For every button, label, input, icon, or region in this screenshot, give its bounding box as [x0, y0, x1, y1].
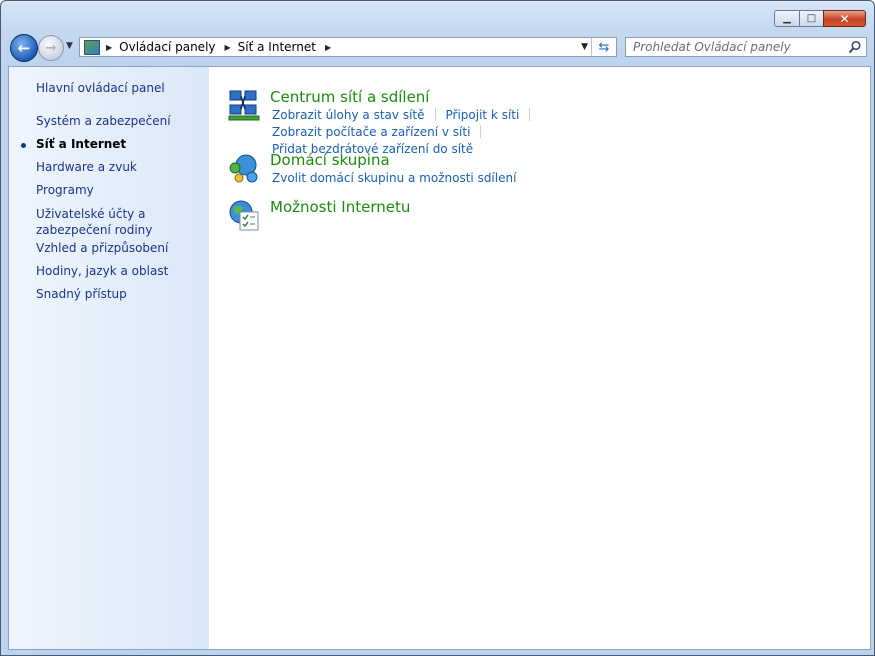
control-panel-icon [84, 39, 100, 55]
task-link-connect-network[interactable]: Připojit k síti [446, 108, 520, 122]
sidebar-item-clock-language[interactable]: Hodiny, jazyk a oblast [36, 264, 168, 278]
category-title-internet-options[interactable]: Možnosti Internetu [270, 198, 410, 216]
address-dropdown-icon[interactable]: ▼ [581, 42, 588, 52]
content-area: Hlavní ovládací panel Systém a zabezpeče… [8, 66, 871, 650]
back-arrow-icon: ← [17, 39, 31, 57]
link-divider [529, 108, 531, 121]
forward-arrow-icon: → [45, 40, 57, 56]
navigation-bar: ← → ▼ ▶ Ovládací panely ▶ Síť a Internet… [1, 31, 874, 65]
back-button[interactable]: ← [10, 34, 38, 62]
internet-options-icon[interactable] [227, 198, 261, 232]
sidebar-item-system-security[interactable]: Systém a zabezpečení [36, 114, 171, 128]
search-box[interactable] [625, 37, 867, 57]
sidebar-item-hardware-sound[interactable]: Hardware a zvuk [36, 160, 137, 174]
task-link-view-network-status[interactable]: Zobrazit úlohy a stav sítě [272, 108, 425, 122]
link-divider [434, 108, 436, 121]
refresh-button[interactable]: ⇆ [591, 38, 616, 56]
sidebar: Hlavní ovládací panel Systém a zabezpeče… [9, 67, 209, 649]
sidebar-home-link[interactable]: Hlavní ovládací panel [36, 81, 165, 95]
refresh-icon: ⇆ [598, 39, 610, 55]
task-link-view-network-computers[interactable]: Zobrazit počítače a zařízení v síti [272, 125, 470, 139]
maximize-button[interactable]: □ [799, 10, 824, 27]
breadcrumb-control-panel[interactable]: Ovládací panely [119, 40, 215, 54]
sidebar-item-appearance[interactable]: Vzhled a přizpůsobení [36, 241, 168, 255]
title-bar[interactable]: ▁ □ ✕ [1, 1, 874, 31]
breadcrumb-separator-icon[interactable]: ▶ [225, 43, 231, 52]
close-button[interactable]: ✕ [823, 10, 866, 27]
category-title-homegroup[interactable]: Domácí skupina [270, 151, 390, 169]
active-item-bullet [21, 143, 26, 148]
homegroup-icon[interactable] [227, 151, 261, 185]
link-divider [480, 125, 482, 138]
homegroup-tasks: Zvolit domácí skupinu a možnosti sdílení [272, 170, 732, 187]
search-input[interactable] [633, 39, 838, 55]
main-panel: Centrum sítí a sdílení Zobrazit úlohy a … [209, 67, 870, 649]
caption-buttons: ▁ □ ✕ [774, 10, 866, 27]
control-panel-window: ▁ □ ✕ ← → ▼ ▶ Ovládací panely ▶ Síť a In… [0, 0, 875, 656]
network-center-icon[interactable] [227, 88, 261, 122]
forward-button[interactable]: → [38, 35, 64, 61]
task-link-homegroup-sharing[interactable]: Zvolit domácí skupinu a možnosti sdílení [272, 171, 516, 185]
breadcrumb-separator-icon[interactable]: ▶ [325, 43, 331, 52]
sidebar-item-user-accounts[interactable]: Uživatelské účty a zabezpečení rodiny [36, 206, 206, 238]
category-title-network-center[interactable]: Centrum sítí a sdílení [270, 88, 429, 106]
sidebar-item-programs[interactable]: Programy [36, 183, 94, 197]
breadcrumb-separator-icon[interactable]: ▶ [106, 43, 112, 52]
sidebar-item-network-internet[interactable]: Síť a Internet [36, 137, 126, 151]
breadcrumb-network-internet[interactable]: Síť a Internet [238, 40, 316, 54]
recent-pages-dropdown[interactable]: ▼ [66, 41, 73, 51]
sidebar-item-ease-of-access[interactable]: Snadný přístup [36, 287, 127, 301]
minimize-button[interactable]: ▁ [774, 10, 800, 27]
search-icon[interactable] [848, 40, 862, 54]
address-bar[interactable]: ▶ Ovládací panely ▶ Síť a Internet ▶ ▼ ⇆ [79, 37, 617, 57]
